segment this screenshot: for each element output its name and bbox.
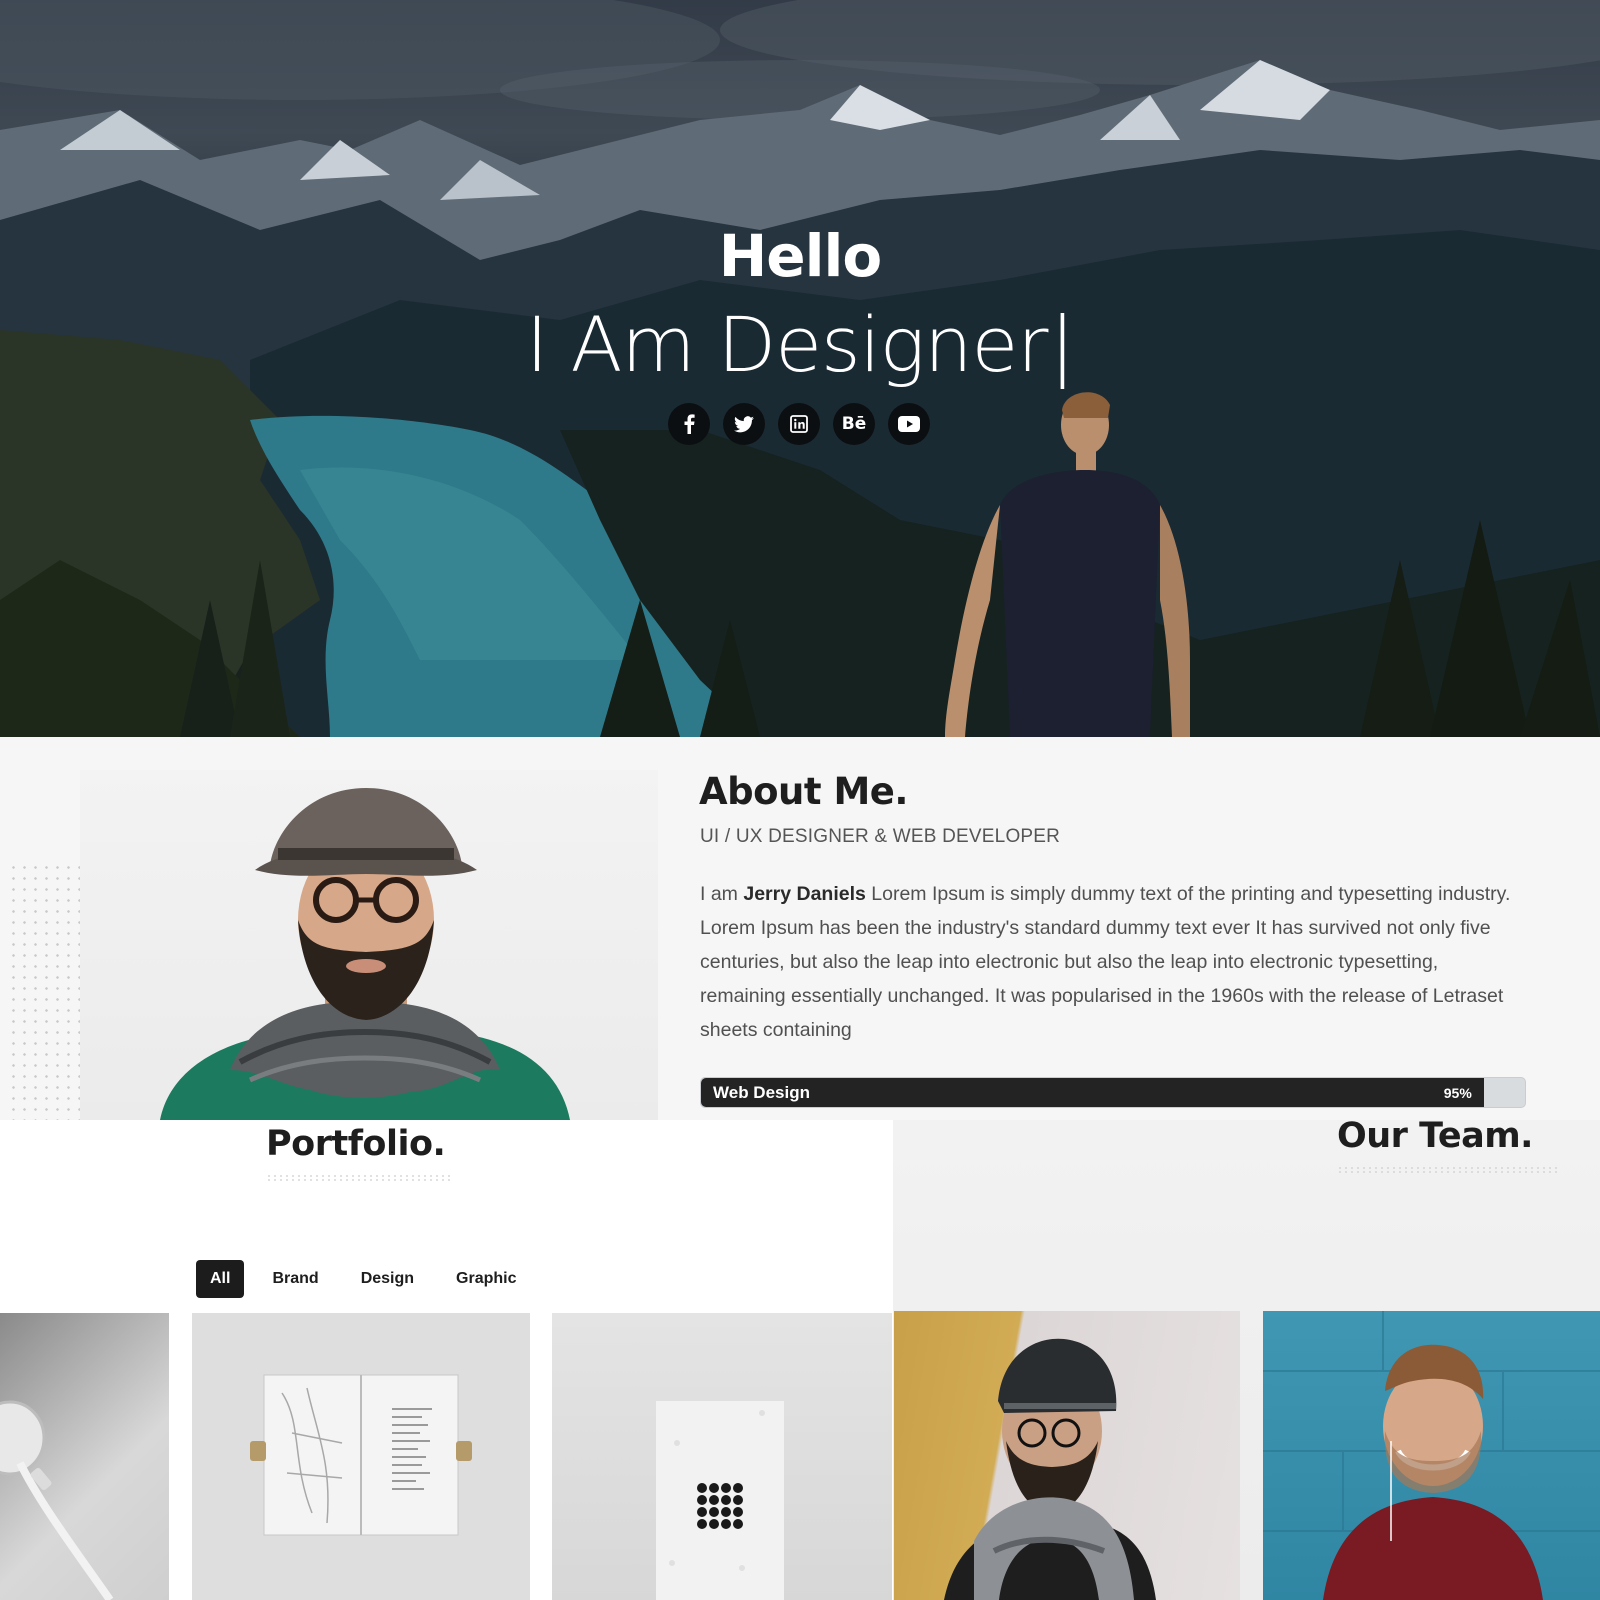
typing-caret: | [1049, 300, 1075, 389]
about-role: UI / UX DESIGNER & WEB DEVELOPER [700, 826, 1061, 847]
hero-section: Hello I Am Designer| Bē [0, 0, 1600, 737]
portfolio-title: Portfolio. [266, 1124, 446, 1164]
facebook-icon[interactable] [668, 403, 710, 445]
portfolio-item[interactable] [192, 1313, 530, 1600]
bio-text: Lorem Ipsum is simply dummy text of the … [700, 883, 1511, 1041]
filter-design[interactable]: Design [347, 1260, 428, 1298]
linkedin-icon[interactable] [778, 403, 820, 445]
bio-name: Jerry Daniels [743, 883, 866, 905]
filter-graphic[interactable]: Graphic [442, 1260, 530, 1298]
bio-intro: I am [700, 883, 738, 905]
filter-all[interactable]: All [196, 1260, 245, 1298]
portfolio-filter-tabs: All Brand Design Graphic [196, 1260, 531, 1298]
skill-percentage: 95% [1443, 1084, 1472, 1101]
hero-subtitle: I Am Designer| [0, 300, 1600, 389]
team-member-photo[interactable] [894, 1311, 1240, 1600]
youtube-icon[interactable] [888, 403, 930, 445]
skill-bar-web-design: Web Design 95% [700, 1077, 1526, 1108]
about-profile-photo [80, 770, 658, 1120]
skill-bar-fill: Web Design 95% [701, 1078, 1484, 1107]
social-links: Bē [668, 403, 930, 445]
team-title-underline [1337, 1166, 1561, 1174]
decorative-dot-grid [8, 862, 80, 1122]
team-member-photo[interactable] [1263, 1311, 1600, 1600]
about-bio: I am Jerry Daniels Lorem Ipsum is simply… [700, 877, 1520, 1047]
about-title: About Me. [699, 770, 908, 813]
hero-typed-text: I Am Designer [525, 300, 1049, 389]
portfolio-item[interactable] [552, 1313, 892, 1600]
team-title: Our Team. [1337, 1116, 1533, 1156]
twitter-icon[interactable] [723, 403, 765, 445]
skill-label: Web Design [713, 1082, 810, 1102]
portfolio-title-underline [266, 1174, 452, 1182]
filter-brand[interactable]: Brand [258, 1260, 332, 1298]
behance-icon[interactable]: Bē [833, 403, 875, 445]
portfolio-item[interactable] [0, 1313, 169, 1600]
hero-title: Hello [718, 222, 883, 290]
